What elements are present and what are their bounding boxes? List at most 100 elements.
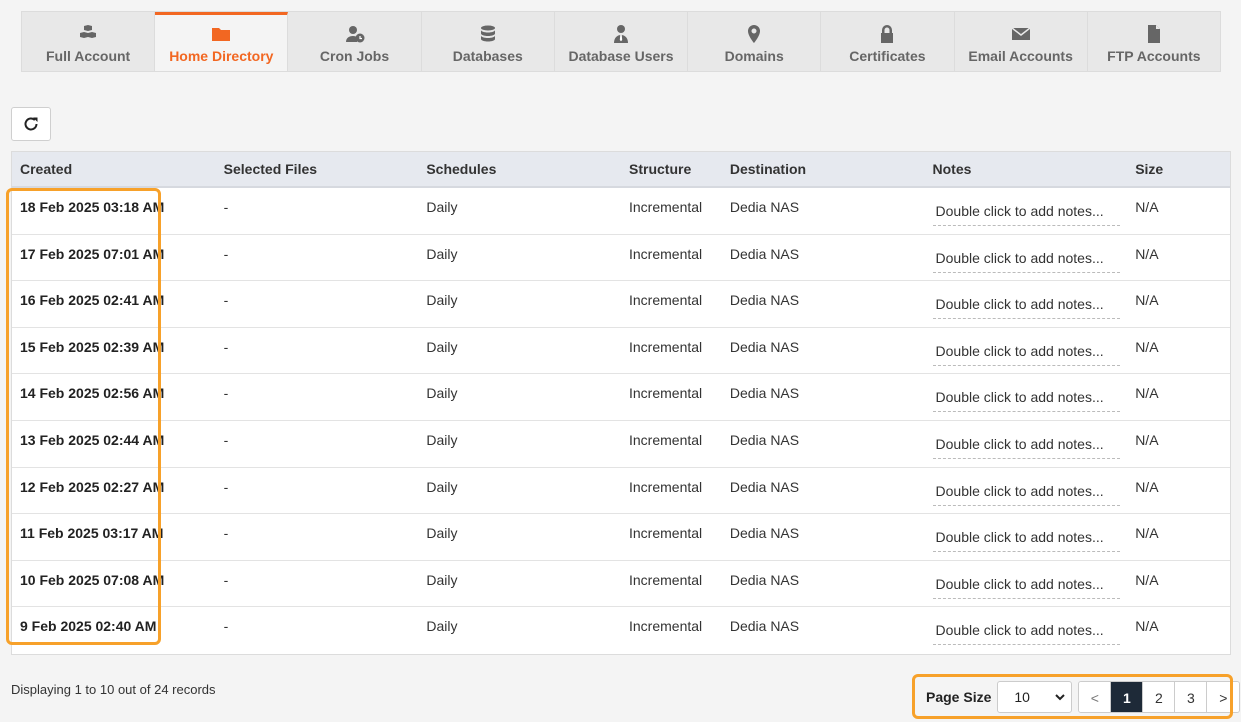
schedule-cell: Daily <box>426 338 458 355</box>
tab-database-users[interactable]: Database Users <box>554 12 689 71</box>
structure-cell: Incremental <box>629 385 703 402</box>
header-size[interactable]: Size <box>1127 161 1230 177</box>
table-row[interactable]: 14 Feb 2025 02:56 AM - Daily Incremental Ded… <box>12 374 1230 421</box>
notes-cell: Double click to add notes... <box>925 235 1128 281</box>
envelope-icon <box>1011 24 1031 44</box>
tab-cron-jobs[interactable]: Cron Jobs <box>288 12 422 71</box>
created-cell: 14 Feb 2025 02:56 AM <box>20 385 165 402</box>
notes-editable[interactable]: Double click to add notes... <box>932 203 1120 226</box>
next-page-button[interactable]: > <box>1207 682 1240 712</box>
selected-files-cell: - <box>223 478 229 495</box>
user-clock-icon <box>345 24 365 44</box>
schedule-cell: Daily <box>426 618 458 635</box>
tab-ftp-accounts[interactable]: FTP Accounts <box>1087 12 1220 71</box>
header-selected-files[interactable]: Selected Files <box>216 161 419 177</box>
notes-cell: Double click to add notes... <box>925 561 1128 607</box>
size-cell: N/A <box>1135 245 1159 262</box>
structure-cell: Incremental <box>629 525 703 542</box>
notes-cell: Double click to add notes... <box>925 421 1128 467</box>
table-row[interactable]: 11 Feb 2025 03:17 AM - Daily Incremental Ded… <box>12 514 1230 561</box>
table-row[interactable]: 10 Feb 2025 07:08 AM - Daily Incremental Ded… <box>12 561 1230 608</box>
backup-tabs: Full Account Home Directory Cron Jobs Datab… <box>21 11 1221 72</box>
created-cell: 17 Feb 2025 07:01 AM <box>20 245 165 262</box>
tab-label: Home Directory <box>169 48 274 64</box>
tab-certificates[interactable]: Certificates <box>821 12 955 71</box>
selected-files-cell: - <box>223 431 229 448</box>
notes-editable[interactable]: Double click to add notes... <box>932 622 1120 646</box>
table-row[interactable]: 16 Feb 2025 02:41 AM - Daily Incremental Ded… <box>12 281 1230 328</box>
created-cell: 11 Feb 2025 03:17 AM <box>20 525 164 542</box>
notes-editable[interactable]: Double click to add notes... <box>932 250 1120 273</box>
tab-full-account[interactable]: Full Account <box>22 12 156 71</box>
created-cell: 9 Feb 2025 02:40 AM <box>20 618 157 635</box>
page-2-button[interactable]: 2 <box>1143 682 1176 712</box>
notes-editable[interactable]: Double click to add notes... <box>932 483 1120 506</box>
table-row[interactable]: 18 Feb 2025 03:18 AM - Daily Incremental Ded… <box>12 188 1230 235</box>
cubes-icon <box>78 24 98 44</box>
header-created[interactable]: Created <box>12 161 216 177</box>
table-row[interactable]: 13 Feb 2025 02:44 AM - Daily Incremental Ded… <box>12 421 1230 468</box>
selected-files-cell: - <box>223 338 229 355</box>
tab-label: Cron Jobs <box>319 48 390 64</box>
records-summary: Displaying 1 to 10 out of 24 records <box>11 682 216 697</box>
size-cell: N/A <box>1135 292 1159 309</box>
header-notes[interactable]: Notes <box>925 161 1128 177</box>
size-cell: N/A <box>1135 618 1159 635</box>
table-row[interactable]: 9 Feb 2025 02:40 AM - Daily Incremental Dedi… <box>12 607 1230 654</box>
structure-cell: Incremental <box>629 338 703 355</box>
size-cell: N/A <box>1135 571 1159 588</box>
destination-cell: Dedia NAS <box>729 431 800 448</box>
tab-label: Domains <box>724 48 784 64</box>
notes-editable[interactable]: Double click to add notes... <box>932 529 1120 553</box>
prev-page-button[interactable]: < <box>1079 682 1112 712</box>
file-icon <box>1144 24 1164 44</box>
notes-editable[interactable]: Double click to add notes... <box>932 296 1120 320</box>
page-size-select[interactable]: 10 <box>997 681 1073 713</box>
schedule-cell: Daily <box>426 292 458 309</box>
notes-cell: Double click to add notes... <box>925 328 1128 374</box>
backups-table: Created Selected Files Schedules Structu… <box>11 151 1231 655</box>
tab-label: FTP Accounts <box>1107 48 1201 64</box>
table-row[interactable]: 17 Feb 2025 07:01 AM - Daily Incremental Ded… <box>12 235 1230 282</box>
folder-icon <box>211 24 231 44</box>
tab-label: Full Account <box>45 48 131 64</box>
table-row[interactable]: 12 Feb 2025 02:27 AM - Daily Incremental Ded… <box>12 468 1230 515</box>
selected-files-cell: - <box>223 245 229 262</box>
schedule-cell: Daily <box>426 199 458 215</box>
notes-cell: Double click to add notes... <box>925 281 1128 327</box>
tab-databases[interactable]: Databases <box>421 12 555 71</box>
selected-files-cell: - <box>223 525 229 542</box>
notes-cell: Double click to add notes... <box>925 607 1128 654</box>
notes-cell: Double click to add notes... <box>925 374 1128 420</box>
notes-editable[interactable]: Double click to add notes... <box>932 436 1120 459</box>
structure-cell: Incremental <box>629 292 703 309</box>
selected-files-cell: - <box>223 199 229 215</box>
notes-cell: Double click to add notes... <box>925 514 1128 560</box>
notes-editable[interactable]: Double click to add notes... <box>932 343 1120 366</box>
notes-editable[interactable]: Double click to add notes... <box>932 389 1120 413</box>
created-cell: 13 Feb 2025 02:44 AM <box>20 431 165 448</box>
header-schedules[interactable]: Schedules <box>418 161 621 177</box>
created-cell: 10 Feb 2025 07:08 AM <box>20 571 165 588</box>
lock-icon <box>877 24 897 44</box>
header-structure[interactable]: Structure <box>621 161 722 177</box>
tab-email-accounts[interactable]: Email Accounts <box>954 12 1088 71</box>
schedule-cell: Daily <box>426 431 458 448</box>
destination-cell: Dedia NAS <box>729 571 800 588</box>
tab-label: Database Users <box>568 48 674 64</box>
tab-home-directory[interactable]: Home Directory <box>155 12 289 71</box>
tab-label: Databases <box>452 48 523 64</box>
destination-cell: Dedia NAS <box>729 338 800 355</box>
tab-domains[interactable]: Domains <box>688 12 822 71</box>
structure-cell: Incremental <box>629 199 703 215</box>
header-destination[interactable]: Destination <box>722 161 925 177</box>
notes-editable[interactable]: Double click to add notes... <box>932 576 1120 599</box>
page-1-button[interactable]: 1 <box>1111 682 1144 712</box>
destination-cell: Dedia NAS <box>729 292 800 309</box>
size-cell: N/A <box>1135 525 1159 542</box>
table-row[interactable]: 15 Feb 2025 02:39 AM - Daily Incremental Ded… <box>12 328 1230 375</box>
map-marker-icon <box>744 24 764 44</box>
page-3-button[interactable]: 3 <box>1175 682 1208 712</box>
destination-cell: Dedia NAS <box>729 199 800 215</box>
refresh-button[interactable] <box>11 107 51 141</box>
